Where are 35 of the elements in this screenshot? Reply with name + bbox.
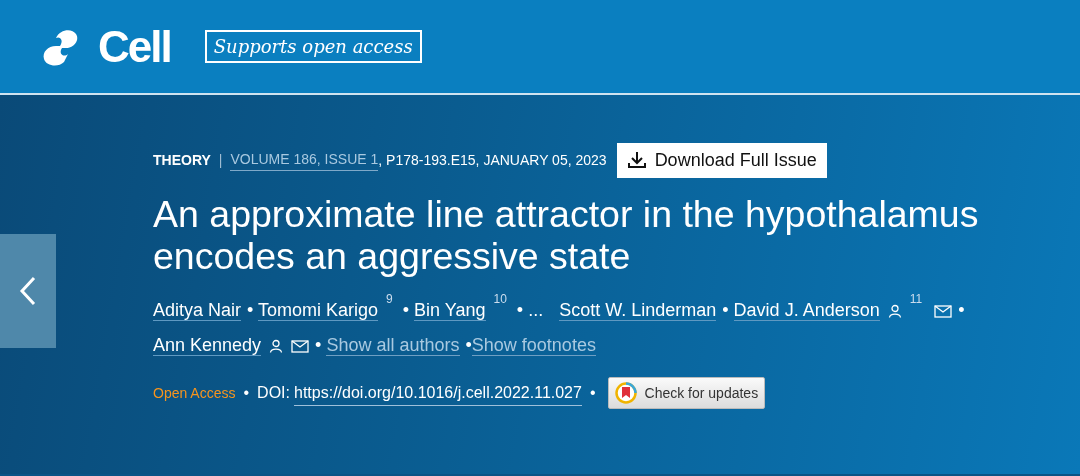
doi-link[interactable]: https://doi.org/10.1016/j.cell.2022.11.027 [294, 380, 582, 406]
logo-text: Cell [98, 24, 171, 69]
bullet: • [402, 300, 410, 320]
footnote-mark: 10 [493, 292, 507, 306]
bullet: • [516, 300, 524, 320]
author-link[interactable]: Ann Kennedy [153, 335, 262, 356]
article-title: An approximate line attractor in the hypothalamus encodes an aggressive state [153, 193, 980, 277]
citation-text: , P178-193.E15, JANUARY 05, 2023 [378, 150, 607, 170]
author-link[interactable]: Scott W. Linderman [559, 300, 717, 321]
open-access-label: Open Access [153, 383, 236, 403]
separator: | [218, 150, 223, 170]
article-type: THEORY [153, 150, 211, 170]
chevron-left-icon [19, 276, 37, 306]
bullet: • [247, 300, 254, 320]
bullet: • [315, 335, 322, 355]
author-link[interactable]: David J. Anderson [733, 300, 880, 321]
footnote-mark: 11 [909, 292, 923, 306]
bullet: • [589, 383, 596, 403]
bullet: • [243, 383, 250, 403]
author-link[interactable]: Aditya Nair [153, 300, 242, 321]
footnote-mark: 9 [386, 292, 393, 306]
check-updates-button[interactable]: Check for updates [607, 377, 766, 409]
show-footnotes-link[interactable]: Show footnotes [471, 335, 596, 356]
bullet: • [958, 300, 965, 320]
author-link[interactable]: Tomomi Karigo [258, 300, 379, 321]
doi-label: DOI: [257, 383, 290, 403]
bullet: • [722, 300, 729, 320]
download-icon [626, 151, 647, 169]
show-authors-link[interactable]: Show all authors [326, 335, 460, 356]
author-link[interactable]: Bin Yang [414, 300, 486, 321]
open-access-badge: Supports open access [204, 30, 422, 63]
ellipsis: ... [528, 300, 544, 320]
download-button[interactable]: Download Full Issue [616, 142, 827, 178]
update-badge-icon [614, 382, 637, 404]
bullet: • [465, 335, 472, 355]
